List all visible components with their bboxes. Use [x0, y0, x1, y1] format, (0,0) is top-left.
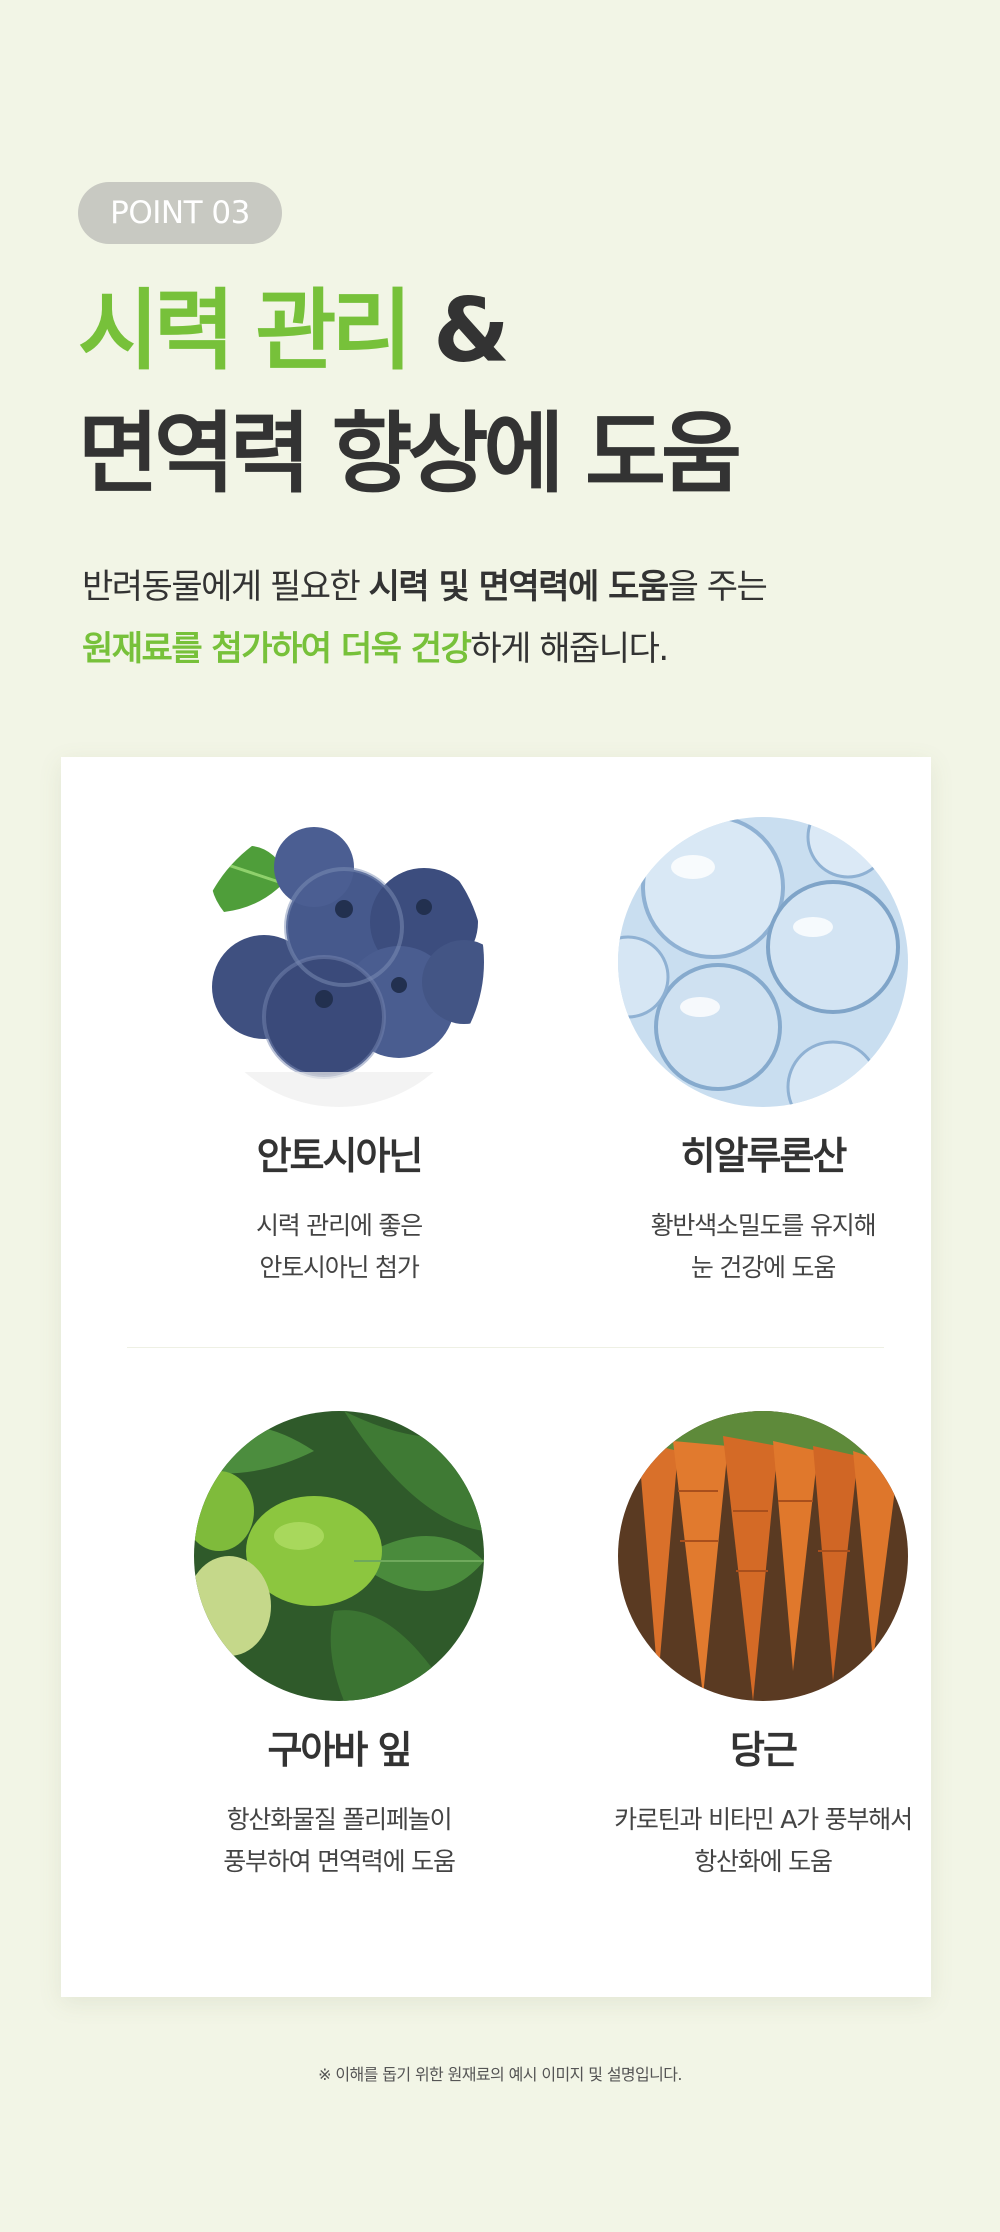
blueberry-photo	[194, 817, 484, 1107]
disclaimer-footnote: ※ 이해를 돕기 위한 원재료의 예시 이미지 및 설명입니다.	[318, 2065, 682, 2084]
guava-leaf-photo	[194, 1411, 484, 1701]
description-line: 항산화물질 폴리페놀이	[226, 1805, 453, 1834]
ingredient-description: 시력 관리에 좋은 안토시아닌 첨가	[139, 1205, 539, 1289]
ingredients-card: 안토시아닌 시력 관리에 좋은 안토시아닌 첨가 히알루론산 황반색소밀도를 유…	[61, 757, 931, 1997]
description-line: 안토시아닌 첨가	[259, 1253, 420, 1282]
ingredient-title: 당근	[730, 1728, 798, 1772]
intro-emphasis: 시력 및 면역력에 도움	[368, 567, 670, 607]
headline-highlight: 시력 관리	[78, 279, 412, 382]
intro-green-emphasis: 원재료를 첨가하여 더욱 건강	[82, 629, 472, 669]
description-line: 황반색소밀도를 유지해	[650, 1211, 877, 1240]
ingredient-description: 항산화물질 폴리페놀이 풍부하여 면역력에 도움	[139, 1799, 539, 1883]
headline-line-2: 면역력 향상에 도움	[78, 402, 742, 505]
hyaluronic-bubbles-photo	[618, 817, 908, 1107]
headline-line-1: 시력 관리 &	[78, 287, 510, 375]
description-line: 시력 관리에 좋은	[255, 1211, 423, 1240]
headline-ampersand: &	[407, 279, 510, 382]
description-line: 카로틴과 비타민 A가 풍부해서	[614, 1805, 913, 1834]
ingredient-guava-leaf: 구아바 잎 항산화물질 폴리페놀이 풍부하여 면역력에 도움	[139, 1411, 539, 1883]
description-line: 눈 건강에 도움	[690, 1253, 836, 1282]
carrot-photo	[618, 1411, 908, 1701]
ingredient-carrot: 당근 카로틴과 비타민 A가 풍부해서 항산화에 도움	[563, 1411, 963, 1883]
ingredient-anthocyanin: 안토시아닌 시력 관리에 좋은 안토시아닌 첨가	[139, 817, 539, 1289]
intro-text: 반려동물에게 필요한	[82, 567, 369, 607]
description-line: 항산화에 도움	[694, 1847, 833, 1876]
point-badge: POINT 03	[78, 182, 282, 244]
ingredient-description: 카로틴과 비타민 A가 풍부해서 항산화에 도움	[563, 1799, 963, 1883]
ingredient-title: 안토시아닌	[256, 1134, 424, 1178]
ingredient-description: 황반색소밀도를 유지해 눈 건강에 도움	[563, 1205, 963, 1289]
intro-line-1: 반려동물에게 필요한 시력 및 면역력에 도움을 주는	[82, 567, 768, 607]
section-divider	[127, 1347, 884, 1348]
description-line: 풍부하여 면역력에 도움	[223, 1847, 456, 1876]
intro-text: 을 주는	[667, 567, 768, 607]
intro-text: 하게 해줍니다.	[470, 629, 669, 669]
ingredient-hyaluronic-acid: 히알루론산 황반색소밀도를 유지해 눈 건강에 도움	[563, 817, 963, 1289]
intro-line-2: 원재료를 첨가하여 더욱 건강하게 해줍니다.	[82, 629, 669, 669]
ingredient-title: 구아바 잎	[267, 1728, 412, 1772]
ingredient-title: 히알루론산	[680, 1134, 848, 1178]
